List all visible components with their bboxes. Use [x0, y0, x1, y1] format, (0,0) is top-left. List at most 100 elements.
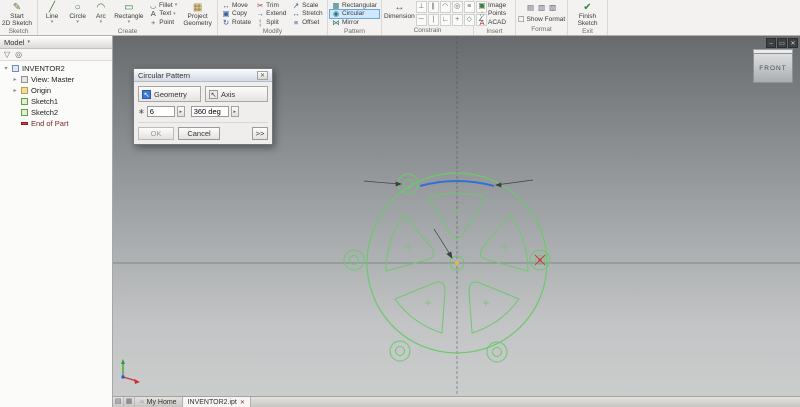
line-format-icon[interactable]: ▤	[527, 3, 535, 12]
extend-button[interactable]: → Extend	[254, 9, 289, 18]
rectangular-pattern-button[interactable]: ▦ Rectangular	[330, 1, 379, 10]
circle-icon: ○	[74, 2, 81, 13]
point-button[interactable]: + Point	[147, 18, 179, 27]
boss-inner-circle[interactable]	[492, 347, 502, 357]
pattern-slot[interactable]	[468, 281, 520, 334]
dimension-button[interactable]: ↔ Dimension	[384, 1, 415, 26]
expander-icon[interactable]: ▸	[12, 87, 18, 94]
expander-icon[interactable]: ▸	[12, 76, 18, 83]
count-input[interactable]	[146, 106, 175, 117]
trim-button[interactable]: ✂ Trim	[254, 1, 289, 10]
text-button[interactable]: A Text ▾	[147, 9, 179, 18]
insert-points-button[interactable]: ∴ Points	[476, 9, 513, 18]
fix-constraint-icon[interactable]: ∟	[439, 14, 451, 26]
button-label: Offset	[302, 18, 320, 26]
fillet-button[interactable]: ◡ Fillet ▾	[147, 1, 179, 10]
axis-select-icon: ↖	[209, 89, 218, 99]
project-geometry-button[interactable]: ▦ Project Geometry	[180, 1, 215, 27]
sketch-center-point[interactable]	[455, 261, 459, 265]
minimize-icon[interactable]: –	[766, 38, 776, 48]
geometry-select-button[interactable]: ↖ Geometry	[138, 86, 201, 102]
horizontal-constraint-icon[interactable]: ─	[415, 14, 427, 26]
tab-my-home[interactable]: ⌂ My Home	[135, 397, 183, 407]
dialog-close-icon[interactable]: ✕	[257, 70, 268, 80]
coincident-constraint-icon[interactable]: +	[451, 14, 463, 26]
tab-grid-icon[interactable]: ▦	[124, 397, 135, 407]
tree-item-origin[interactable]: ▸ Origin	[0, 85, 112, 96]
boss-inner-circle[interactable]	[395, 346, 405, 356]
tab-list-icon[interactable]: ▤	[113, 397, 124, 407]
ok-button[interactable]: OK	[138, 127, 174, 140]
expand-dialog-button[interactable]: >>	[252, 127, 268, 140]
view-icon	[21, 76, 28, 83]
axis-select-button[interactable]: ↖ Axis	[205, 86, 268, 102]
finish-sketch-button[interactable]: ✔ Finish Sketch	[571, 1, 605, 27]
stretch-button[interactable]: ↔ Stretch	[290, 9, 325, 18]
button-label: Project	[187, 13, 208, 20]
group-label-sketch: Sketch	[8, 28, 29, 35]
start-2d-sketch-button[interactable]: ✎ Start 2D Sketch	[2, 1, 32, 27]
chevron-down-icon: ▾	[99, 19, 103, 25]
perpendicular-constraint-icon[interactable]: ⊥	[415, 1, 427, 13]
mirror-button[interactable]: ⋈ Mirror	[330, 18, 379, 27]
cancel-button[interactable]: Cancel	[178, 127, 220, 140]
circular-pattern-button[interactable]: ◉ Circular	[329, 8, 380, 19]
button-label: Text	[159, 10, 172, 18]
browser-tree: ▾ INVENTOR2 ▸ View: Master ▸ Origin Sket…	[0, 61, 112, 407]
copy-button[interactable]: ▣ Copy	[220, 9, 253, 18]
move-button[interactable]: ↔ Move	[220, 1, 253, 10]
expander-icon[interactable]: ▾	[3, 65, 9, 72]
tree-item-sketch2[interactable]: Sketch2	[0, 107, 112, 118]
button-label: ACAD	[488, 18, 507, 26]
boss-outer-circle[interactable]	[389, 340, 411, 362]
line-button[interactable]: ╱ Line ▾	[40, 1, 64, 27]
browser-header[interactable]: Model ▾	[0, 36, 112, 49]
pattern-slot[interactable]	[394, 281, 446, 334]
rectangle-button[interactable]: ▭ Rectangle ▾	[112, 1, 147, 27]
boss-outer-circle[interactable]	[343, 249, 365, 271]
offset-button[interactable]: ≡ Offset	[290, 18, 325, 27]
boss-circles[interactable]	[343, 173, 551, 363]
group-label-modify: Modify	[262, 27, 283, 35]
viewcube[interactable]: FRONT	[753, 53, 793, 83]
count-flyout-icon[interactable]: ▸	[176, 106, 185, 117]
search-icon[interactable]: ◎	[15, 50, 22, 59]
close-icon[interactable]: ✕	[788, 38, 798, 48]
angle-input[interactable]	[190, 106, 229, 117]
insert-image-button[interactable]: ▣ Image	[476, 1, 513, 10]
insert-acad-button[interactable]: A ACAD	[476, 18, 513, 27]
point-icon: +	[151, 18, 156, 28]
parallel-constraint-icon[interactable]: ∥	[427, 1, 439, 13]
angle-flyout-icon[interactable]: ▸	[230, 106, 239, 117]
circle-button[interactable]: ○ Circle ▾	[65, 1, 90, 27]
group-label-constrain: Constrain	[413, 27, 442, 34]
tree-item-root[interactable]: ▾ INVENTOR2	[0, 63, 112, 74]
concentric-constraint-icon[interactable]: ◎	[451, 1, 463, 13]
boss-outer-circle[interactable]	[486, 341, 508, 363]
rotate-button[interactable]: ↻ Rotate	[220, 18, 253, 27]
layer-format-icon[interactable]: ▥	[538, 3, 546, 12]
tab-document[interactable]: INVENTOR2.ipt ✕	[182, 397, 251, 407]
split-button[interactable]: ¦ Split	[254, 18, 289, 27]
origin-triad-indicator	[121, 359, 140, 384]
button-label: Geometry	[154, 89, 187, 99]
circular-pattern-dialog: Circular Pattern ✕ ↖ Geometry ↖ Axis ∗ ▸…	[133, 68, 273, 145]
ribbon-group-pattern: ▦ Rectangular ◉ Circular ⋈ Mirror Patter…	[328, 0, 382, 35]
tree-item-sketch1[interactable]: Sketch1	[0, 96, 112, 107]
finish-sketch-check-icon: ✔	[583, 2, 592, 13]
arc-icon: ◠	[96, 2, 106, 13]
tab-close-icon[interactable]: ✕	[240, 399, 245, 406]
filter-icon[interactable]: ▽	[4, 50, 10, 59]
tree-item-view-master[interactable]: ▸ View: Master	[0, 74, 112, 85]
scale-button[interactable]: ↗ Scale	[290, 1, 325, 10]
dialog-titlebar[interactable]: Circular Pattern ✕	[134, 69, 272, 82]
tree-item-end-of-part[interactable]: End of Part	[0, 118, 112, 129]
arc-button[interactable]: ◠ Arc ▾	[91, 1, 110, 27]
tangent-constraint-icon[interactable]: ◠	[439, 1, 451, 13]
show-format-button[interactable]: ☐ Show Format	[518, 15, 565, 24]
button-label: Trim	[266, 1, 279, 9]
hatch-format-icon[interactable]: ▧	[549, 3, 557, 12]
sketch-pencil-icon: ✎	[12, 2, 22, 13]
restore-icon[interactable]: ▭	[777, 38, 787, 48]
vertical-constraint-icon[interactable]: ∣	[427, 14, 439, 26]
